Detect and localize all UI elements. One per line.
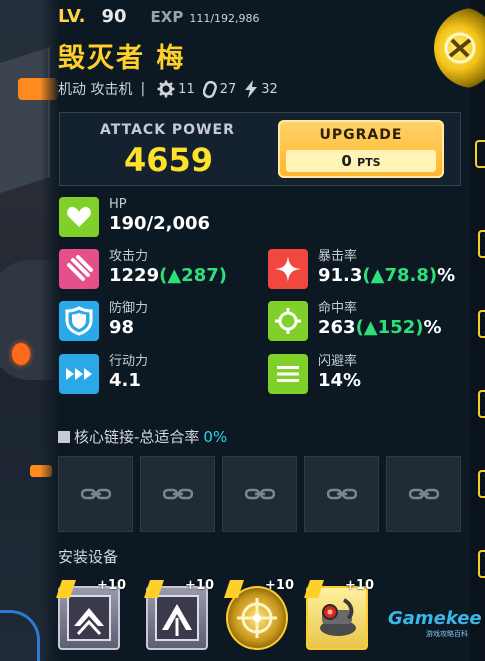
stat-value: 4.1 — [109, 370, 141, 391]
stat-defense: 防御力 98 — [59, 301, 148, 341]
stat-suffix: % — [423, 317, 442, 338]
core-link-slot[interactable] — [140, 456, 215, 532]
stat-hp: HP 190/2,006 — [59, 197, 210, 237]
side-tab-rail — [470, 0, 485, 661]
side-tab[interactable] — [478, 310, 485, 338]
chain-link-icon — [80, 488, 111, 500]
core-link-header: 核心链接-总适合率 0% — [58, 426, 227, 447]
stat-label: 防御力 — [109, 301, 149, 316]
gear-value: 11 — [178, 81, 195, 97]
stat-crit: 暴击率 91.3(▲78.8)% — [268, 249, 455, 289]
square-bullet-icon — [58, 430, 70, 443]
equipment-slot[interactable]: +10 — [144, 578, 214, 650]
crosshair-icon — [268, 301, 308, 341]
side-tab[interactable] — [478, 470, 485, 498]
stat-suffix: % — [437, 265, 456, 286]
stat-value: 190/2,006 — [109, 213, 211, 234]
side-tab[interactable] — [478, 550, 485, 578]
stat-speed: 行动力 4.1 — [59, 354, 148, 394]
attack-power-panel: ATTACK POWER 4659 UPGRADE 0 PTS — [59, 112, 461, 186]
stat-label: 攻击力 — [109, 249, 149, 264]
level-value: 90 — [101, 6, 127, 27]
core-link-slot[interactable] — [222, 456, 297, 532]
attack-power-value: 4659 — [124, 141, 214, 179]
weight-value: 27 — [219, 81, 237, 97]
sparkle-star-icon — [268, 249, 308, 289]
equipment-plus: +10 — [345, 578, 374, 593]
stat-value: 1229(▲287) — [109, 265, 227, 287]
stat-value: 14% — [318, 370, 362, 391]
slash-claw-icon — [59, 249, 99, 289]
stat-value: 91.3(▲78.8)% — [318, 265, 455, 287]
separator: | — [140, 81, 146, 97]
chain-link-icon — [408, 488, 439, 500]
chain-link-icon — [162, 488, 193, 500]
stat-label: 命中率 — [318, 301, 358, 316]
stat-label: 闪避率 — [318, 354, 358, 369]
upgrade-points-value: 0 — [341, 152, 352, 170]
stat-bonus-value: (▲287) — [159, 265, 227, 286]
equipment-slot[interactable]: +10 — [224, 578, 294, 650]
stat-value: 263(▲152)% — [318, 317, 442, 339]
equipment-slot[interactable]: +10 — [304, 578, 374, 650]
rank-emblem-icon[interactable] — [434, 8, 485, 88]
stat-label: HP — [109, 197, 127, 212]
mech-artwork — [0, 0, 60, 661]
equipment-plus: +10 — [265, 578, 294, 593]
attack-power-label: ATTACK POWER — [100, 122, 235, 138]
stat-label: 行动力 — [109, 354, 149, 369]
upgrade-label: UPGRADE — [319, 127, 403, 143]
core-link-slot[interactable] — [58, 456, 133, 532]
unit-info-row: 机动 攻击机 | 11 27 32 — [58, 79, 278, 99]
fast-forward-icon — [59, 354, 99, 394]
core-link-slot[interactable] — [386, 456, 461, 532]
weight-stat: 27 — [202, 80, 237, 98]
energy-value: 32 — [261, 81, 278, 97]
stat-attack: 攻击力 1229(▲287) — [59, 249, 227, 289]
equipment-plus: +10 — [97, 578, 126, 593]
stat-base-value: 1229 — [109, 265, 160, 286]
core-link-title: 核心链接-总适合率 — [74, 428, 200, 446]
level-label: LV. — [58, 6, 86, 27]
stat-bonus-value: (▲78.8) — [362, 265, 438, 286]
shield-icon — [59, 301, 99, 341]
side-tab[interactable] — [478, 230, 485, 258]
core-link-percent: 0% — [203, 427, 228, 446]
stat-value: 98 — [109, 317, 135, 338]
core-link-slot[interactable] — [304, 456, 379, 532]
equipment-title: 安装设备 — [58, 548, 119, 566]
unit-name: 毁灭者 梅 — [58, 43, 186, 74]
equipment-plus: +10 — [185, 578, 214, 593]
gear-stat: 11 — [157, 80, 195, 98]
stat-bonus-value: (▲152) — [355, 317, 424, 338]
watermark-subtitle: 游戏攻略百科 — [426, 630, 468, 638]
upgrade-points: 0 PTS — [286, 150, 436, 172]
stat-evasion: 闪避率 14% — [268, 354, 361, 394]
unit-type: 机动 攻击机 — [58, 82, 133, 98]
energy-stat: 32 — [244, 80, 278, 98]
dash-lines-icon — [268, 354, 308, 394]
stat-base-value: 91.3 — [318, 265, 363, 286]
stat-accuracy: 命中率 263(▲152)% — [268, 301, 442, 341]
upgrade-points-unit: PTS — [357, 156, 381, 169]
stat-base-value: 263 — [318, 317, 356, 338]
chain-link-icon — [244, 488, 275, 500]
exp-value: 111/192,986 — [189, 12, 260, 25]
equipment-slot[interactable]: +10 — [56, 578, 126, 650]
heart-icon — [59, 197, 99, 237]
level-row: LV. 90 EXP 111/192,986 — [58, 6, 260, 27]
watermark-logo: Gamekee 游戏攻略百科 — [388, 608, 482, 639]
exp-label: EXP — [150, 8, 184, 26]
weight-icon — [202, 80, 217, 98]
chain-link-icon — [326, 488, 357, 500]
lightning-icon — [245, 80, 258, 98]
side-tab[interactable] — [478, 390, 485, 418]
gear-icon — [157, 80, 175, 98]
watermark-logo-text: Gamekee — [388, 608, 482, 629]
upgrade-button[interactable]: UPGRADE 0 PTS — [278, 120, 444, 178]
stat-label: 暴击率 — [318, 249, 358, 264]
side-tab[interactable] — [475, 140, 485, 168]
